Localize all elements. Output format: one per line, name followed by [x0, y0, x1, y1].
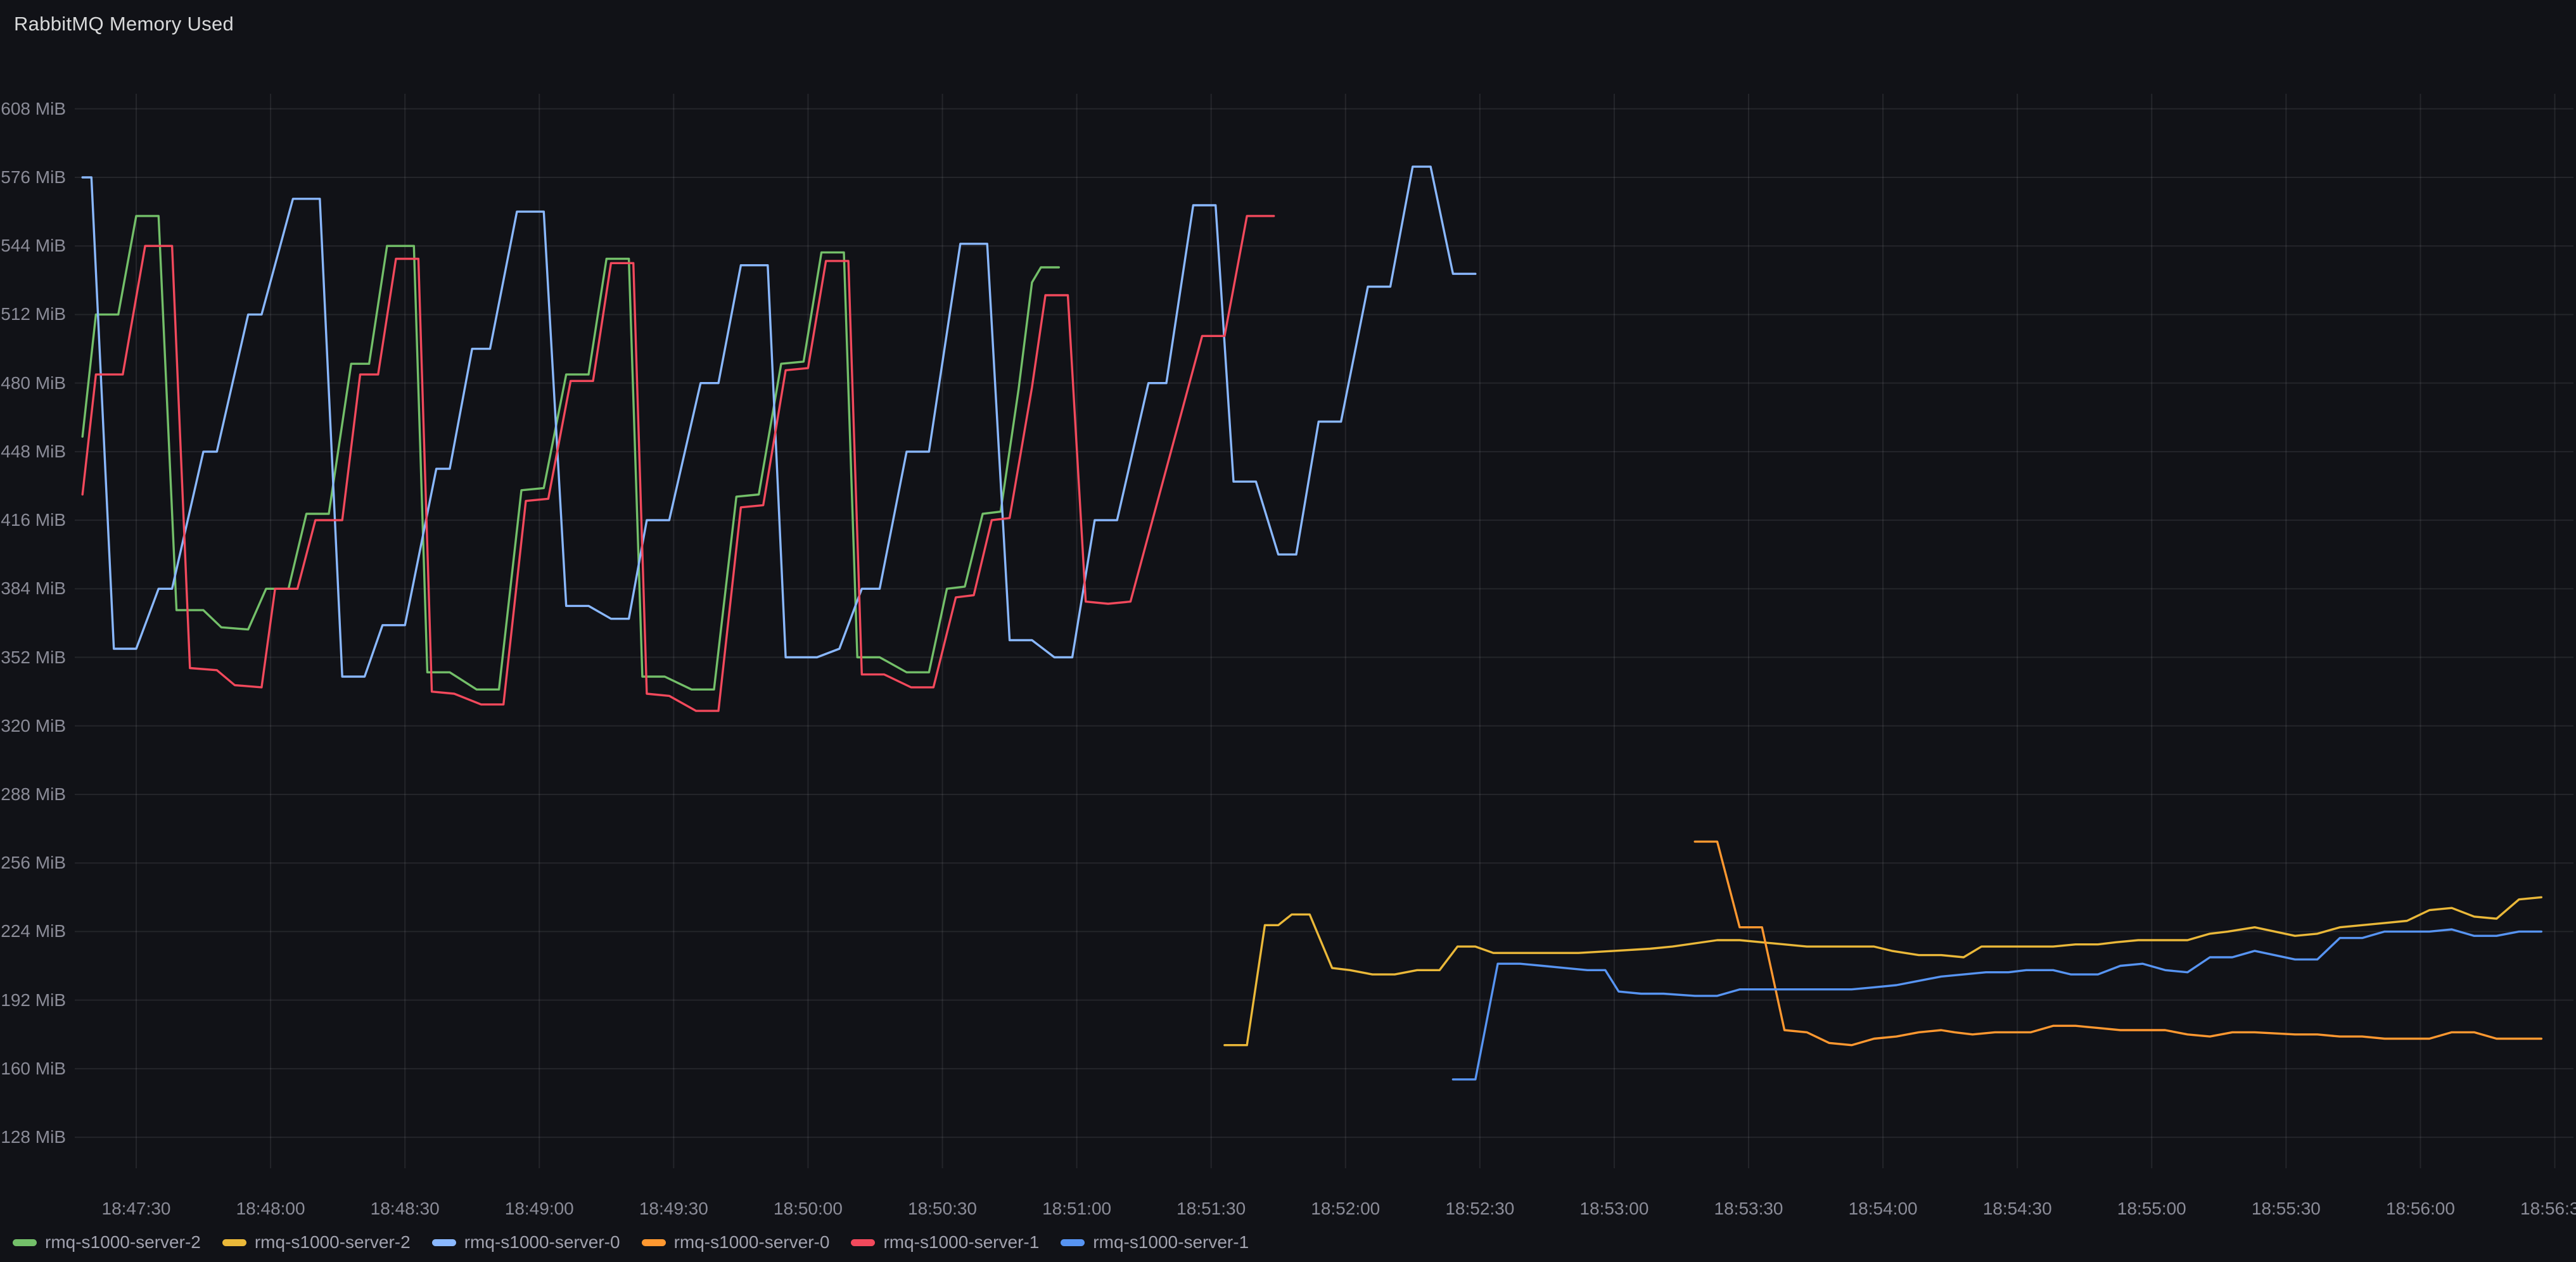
legend-swatch — [222, 1239, 246, 1246]
x-tick-label: 18:54:00 — [1849, 1199, 1918, 1219]
legend-label: rmq-s1000-server-2 — [255, 1232, 411, 1252]
y-tick-label: 416 MiB — [0, 510, 66, 530]
x-tick-label: 18:48:30 — [371, 1199, 440, 1219]
series-line-server-0-new — [1695, 841, 2541, 1045]
x-tick-label: 18:56:30 — [2520, 1199, 2576, 1219]
x-tick-label: 18:52:30 — [1445, 1199, 1514, 1219]
legend-swatch — [13, 1239, 37, 1246]
legend-label: rmq-s1000-server-2 — [45, 1232, 201, 1252]
legend-item-rmq-s1000-server-1[interactable]: rmq-s1000-server-1 — [851, 1232, 1039, 1252]
y-tick-label: 576 MiB — [0, 167, 66, 188]
x-tick-label: 18:51:30 — [1176, 1199, 1246, 1219]
legend-item-rmq-s1000-server-2[interactable]: rmq-s1000-server-2 — [222, 1232, 411, 1252]
y-tick-label: 320 MiB — [0, 716, 66, 736]
y-tick-label: 224 MiB — [0, 921, 66, 941]
grafana-panel: RabbitMQ Memory Used 608 MiB576 MiB544 M… — [0, 0, 2576, 1262]
x-tick-label: 18:50:30 — [908, 1199, 977, 1219]
timeseries-chart — [0, 0, 2576, 1262]
x-tick-label: 18:55:30 — [2252, 1199, 2321, 1219]
y-tick-label: 544 MiB — [0, 236, 66, 256]
x-tick-label: 18:49:30 — [639, 1199, 708, 1219]
x-tick-label: 18:50:00 — [774, 1199, 843, 1219]
y-tick-label: 480 MiB — [0, 373, 66, 393]
y-tick-label: 352 MiB — [0, 647, 66, 668]
legend-item-rmq-s1000-server-2[interactable]: rmq-s1000-server-2 — [13, 1232, 201, 1252]
y-tick-label: 160 MiB — [0, 1059, 66, 1079]
legend-swatch — [1061, 1239, 1085, 1246]
x-tick-label: 18:55:00 — [2117, 1199, 2186, 1219]
x-tick-label: 18:52:00 — [1311, 1199, 1380, 1219]
legend-swatch — [642, 1239, 666, 1246]
x-tick-label: 18:49:00 — [505, 1199, 574, 1219]
y-tick-label: 256 MiB — [0, 853, 66, 873]
legend-label: rmq-s1000-server-1 — [883, 1232, 1039, 1252]
y-tick-label: 384 MiB — [0, 578, 66, 599]
y-tick-label: 512 MiB — [0, 304, 66, 324]
legend-swatch — [432, 1239, 456, 1246]
y-tick-label: 192 MiB — [0, 990, 66, 1010]
y-tick-label: 608 MiB — [0, 99, 66, 119]
series-line-server-1-old — [82, 216, 1274, 711]
legend-label: rmq-s1000-server-0 — [674, 1232, 830, 1252]
x-tick-label: 18:53:00 — [1579, 1199, 1648, 1219]
x-tick-label: 18:48:00 — [236, 1199, 305, 1219]
x-tick-label: 18:54:30 — [1983, 1199, 2052, 1219]
legend-item-rmq-s1000-server-0[interactable]: rmq-s1000-server-0 — [432, 1232, 620, 1252]
y-tick-label: 288 MiB — [0, 784, 66, 805]
x-tick-label: 18:51:00 — [1042, 1199, 1111, 1219]
series-line-server-0-old — [82, 167, 1476, 677]
y-tick-label: 128 MiB — [0, 1127, 66, 1147]
x-tick-label: 18:53:30 — [1714, 1199, 1783, 1219]
series-line-server-1-new — [1453, 929, 2541, 1080]
legend-swatch — [851, 1239, 875, 1246]
legend-label: rmq-s1000-server-1 — [1093, 1232, 1249, 1252]
legend-label: rmq-s1000-server-0 — [464, 1232, 620, 1252]
y-tick-label: 448 MiB — [0, 442, 66, 462]
legend: rmq-s1000-server-2 rmq-s1000-server-2 rmq-… — [13, 1228, 1249, 1257]
legend-item-rmq-s1000-server-0[interactable]: rmq-s1000-server-0 — [642, 1232, 830, 1252]
legend-item-rmq-s1000-server-1[interactable]: rmq-s1000-server-1 — [1061, 1232, 1249, 1252]
x-tick-label: 18:47:30 — [102, 1199, 171, 1219]
x-tick-label: 18:56:00 — [2386, 1199, 2455, 1219]
